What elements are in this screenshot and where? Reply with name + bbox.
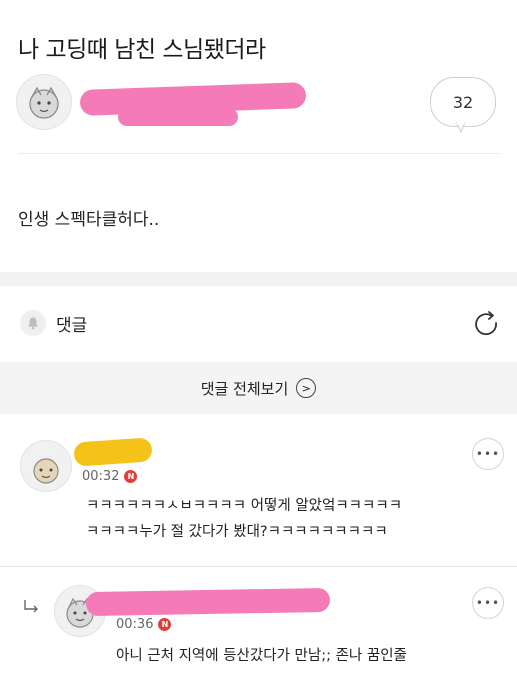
post-title: 나 고딩때 남친 스님됐더라 <box>18 37 266 63</box>
reply-arrow-icon <box>24 600 38 613</box>
reply-time: 00:36 N <box>116 617 172 632</box>
author-avatar[interactable] <box>16 74 72 130</box>
reply-time-text: 00:36 <box>116 617 154 632</box>
comment-text-line: ㅋㅋㅋㅋ누가 절 갔다가 봤대?ㅋㅋㅋㅋㅋㅋㅋㅋㅋ <box>86 524 388 540</box>
comment-avatar[interactable] <box>20 440 72 492</box>
reply-more-button[interactable]: ••• <box>472 587 504 619</box>
bell-icon[interactable] <box>20 310 46 336</box>
comment-count-bubble[interactable]: 32 <box>430 77 496 127</box>
comment-more-button[interactable]: ••• <box>472 438 504 470</box>
more-icon: ••• <box>475 596 501 610</box>
new-badge: N <box>124 470 138 483</box>
comment-divider <box>0 566 517 567</box>
comment-time-text: 00:32 <box>82 469 120 484</box>
more-icon: ••• <box>475 447 501 461</box>
post-body: 인생 스펙타클허다.. <box>18 210 160 230</box>
redacted-commenter-name <box>73 437 153 467</box>
redacted-author-meta <box>118 108 238 126</box>
bubble-tail-icon <box>455 122 466 134</box>
chevron-right-icon: > <box>296 378 317 398</box>
new-badge: N <box>158 618 172 631</box>
view-all-comments-button[interactable]: 댓글 전체보기 > <box>0 362 517 414</box>
comment-text-line: ㅋㅋㅋㅋㅋㅋㅅㅂㅋㅋㅋㅋ 어떻게 알았엌ㅋㅋㅋㅋㅋ <box>86 498 403 514</box>
section-separator <box>0 272 517 286</box>
reply-text-line: 아니 근처 지역에 등산갔다가 만남;; 존나 꿈인줄 <box>116 648 407 664</box>
post-header-divider <box>18 153 500 154</box>
view-all-comments-label: 댓글 전체보기 <box>200 379 289 398</box>
comments-label: 댓글 <box>56 316 88 336</box>
comment-time: 00:32 N <box>82 469 138 484</box>
redacted-reply-author-name <box>85 587 331 617</box>
refresh-icon[interactable] <box>472 309 502 339</box>
comment-count: 32 <box>452 92 474 112</box>
